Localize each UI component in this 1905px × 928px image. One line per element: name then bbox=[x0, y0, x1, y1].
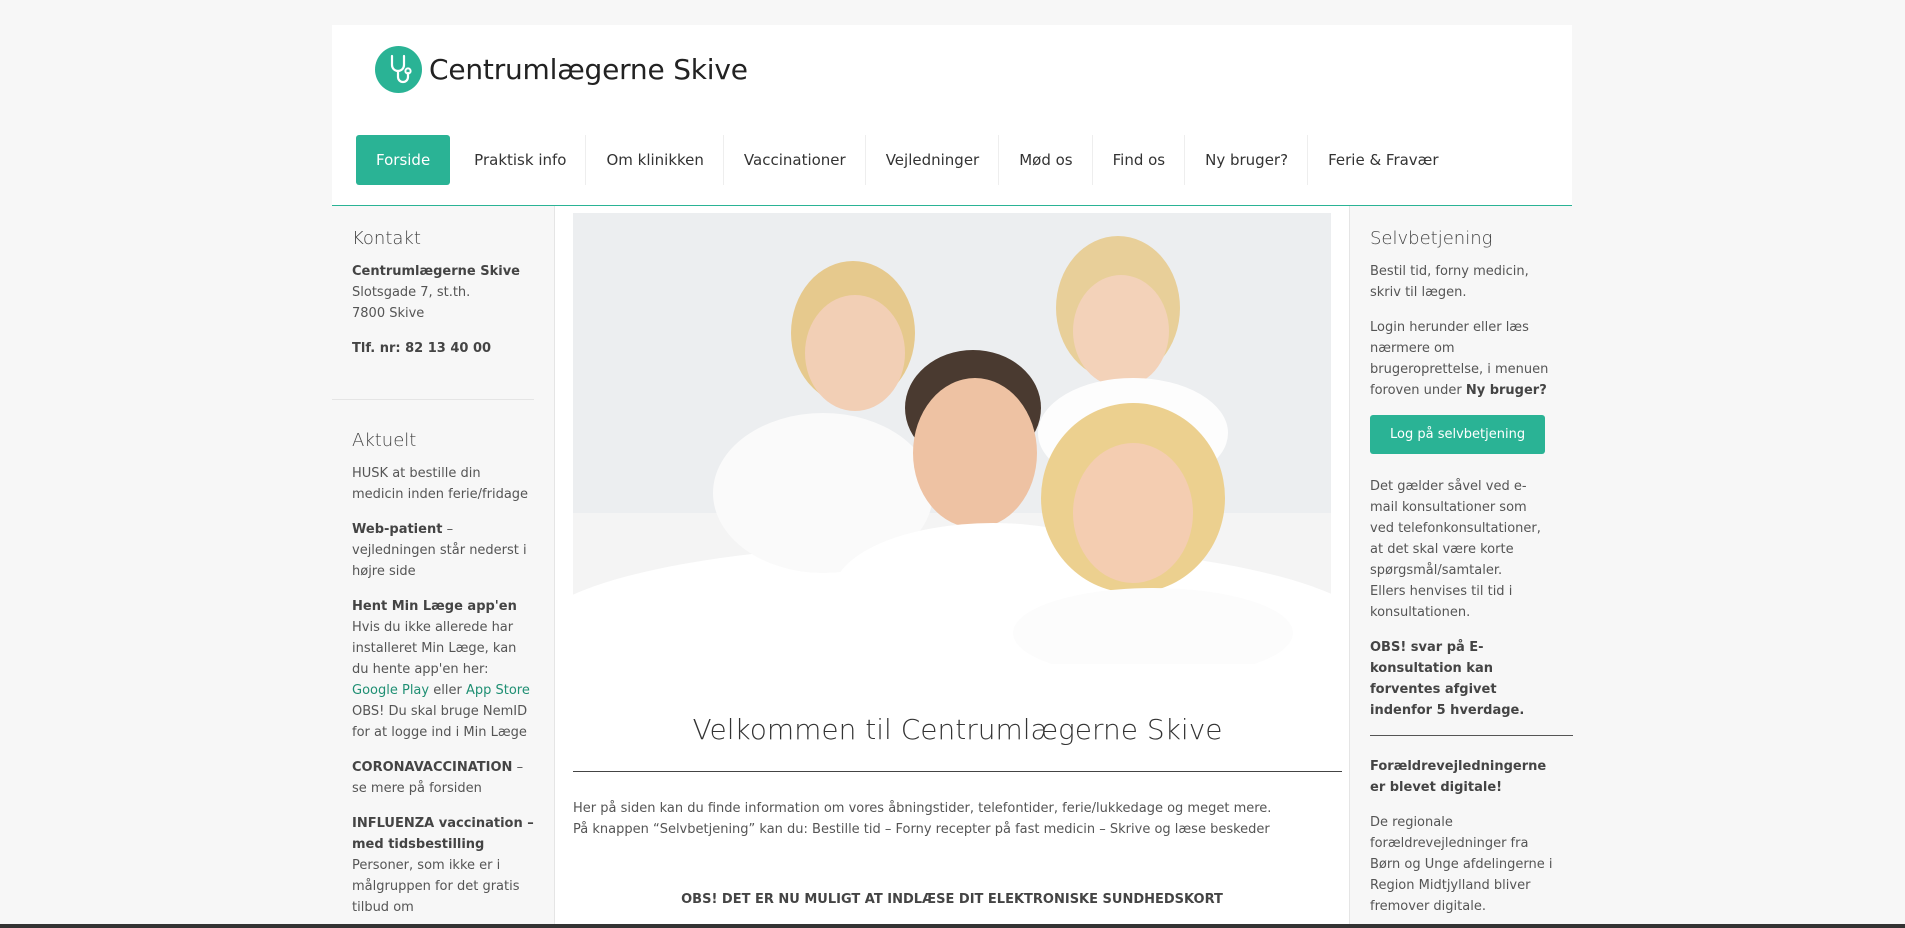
nav-item-ny-bruger[interactable]: Ny bruger? bbox=[1185, 135, 1309, 185]
nav-item-praktisk-info[interactable]: Praktisk info bbox=[454, 135, 587, 185]
selfservice-widget: Selvbetjening Bestil tid, forny medicin,… bbox=[1350, 206, 1573, 917]
contact-heading: Kontakt bbox=[352, 228, 421, 249]
parent-guides-text: De regionale forældrevejledninger fra Bø… bbox=[1370, 815, 1553, 914]
page-title: Velkommen til Centrumlægerne Skive bbox=[692, 713, 1223, 746]
title-divider bbox=[573, 771, 1342, 772]
app-store-link[interactable]: App Store bbox=[466, 683, 530, 698]
news-item: Web-patient – vejledningen står nederst … bbox=[352, 519, 534, 582]
contact-city: 7800 Skive bbox=[352, 306, 425, 321]
google-play-link[interactable]: Google Play bbox=[352, 683, 429, 698]
contact-phone-row: Tlf. nr: 82 13 40 00 bbox=[352, 338, 534, 359]
news-heading: Aktuelt bbox=[352, 430, 417, 451]
news-item-text: eller bbox=[429, 683, 466, 698]
login-info-bold: Ny bruger? bbox=[1465, 383, 1547, 398]
consultation-text: Ellers henvises til tid i konsultationen… bbox=[1370, 584, 1513, 620]
news-item: Hent Min Læge app'en Hvis du ikke allere… bbox=[352, 596, 534, 743]
nav-item-mod-os[interactable]: Mød os bbox=[999, 135, 1094, 185]
consultation-text: Det gælder såvel ved e-mail konsultation… bbox=[1370, 479, 1541, 578]
site-logo[interactable]: Centrumlægerne Skive bbox=[375, 46, 748, 93]
site-title: Centrumlægerne Skive bbox=[429, 53, 748, 86]
nav-item-find-os[interactable]: Find os bbox=[1093, 135, 1186, 185]
stethoscope-icon bbox=[375, 46, 422, 93]
parent-guides-title: Forældrevejledningerne er blevet digital… bbox=[1370, 759, 1547, 795]
intro-text: Her på siden kan du finde information om… bbox=[573, 798, 1342, 840]
contact-address: Centrumlægerne Skive Slotsgade 7, st.th.… bbox=[352, 261, 534, 324]
nav-item-vaccinationer[interactable]: Vaccinationer bbox=[724, 135, 866, 185]
page-container: Centrumlægerne Skive Forside Praktisk in… bbox=[332, 25, 1573, 928]
nav-item-om-klinikken[interactable]: Om klinikken bbox=[586, 135, 725, 185]
contact-widget: Kontakt Centrumlægerne Skive Slotsgade 7… bbox=[332, 206, 554, 359]
hero-image bbox=[573, 213, 1331, 664]
consultation-info: Det gælder såvel ved e-mail konsultation… bbox=[1370, 476, 1553, 623]
news-item-title: Hent Min Læge app'en bbox=[352, 599, 517, 614]
news-item: CORONAVACCINATION – se mere på forsiden bbox=[352, 757, 534, 799]
nav-item-ferie-fravaer[interactable]: Ferie & Fravær bbox=[1308, 135, 1459, 185]
econsult-notice-text: OBS! svar på E-konsultation kan forvente… bbox=[1370, 640, 1525, 718]
selfservice-login-info: Login herunder eller læs nærmere om brug… bbox=[1370, 317, 1553, 401]
left-sidebar: Kontakt Centrumlægerne Skive Slotsgade 7… bbox=[332, 206, 555, 928]
site-header: Centrumlægerne Skive Forside Praktisk in… bbox=[332, 25, 1572, 206]
main-navigation: Forside Praktisk info Om klinikken Vacci… bbox=[356, 135, 1459, 185]
sidebar-divider bbox=[1370, 735, 1573, 736]
contact-phone: Tlf. nr: 82 13 40 00 bbox=[352, 341, 492, 356]
right-sidebar: Selvbetjening Bestil tid, forny medicin,… bbox=[1349, 206, 1573, 928]
notice-text: OBS! DET ER NU MULIGT AT INDLÆSE DIT ELE… bbox=[681, 892, 1223, 907]
intro-line: Her på siden kan du finde information om… bbox=[573, 801, 1272, 816]
news-item-title: INFLUENZA vaccination – med tidsbestilli… bbox=[352, 816, 534, 852]
news-item: INFLUENZA vaccination – med tidsbestilli… bbox=[352, 813, 534, 918]
econsult-notice: OBS! svar på E-konsultation kan forvente… bbox=[1370, 637, 1553, 721]
parent-guides-heading: Forældrevejledningerne er blevet digital… bbox=[1370, 756, 1553, 798]
contact-name: Centrumlægerne Skive bbox=[352, 264, 521, 279]
news-item-text: Personer, som ikke er i målgruppen for d… bbox=[352, 858, 520, 915]
news-item-title: Web-patient bbox=[352, 522, 443, 537]
news-item: HUSK at bestille din medicin inden ferie… bbox=[352, 466, 529, 502]
selfservice-heading: Selvbetjening bbox=[1370, 228, 1493, 249]
intro-line: På knappen “Selvbetjening” kan du: Besti… bbox=[573, 822, 1270, 837]
nav-item-forside[interactable]: Forside bbox=[356, 135, 451, 185]
login-selfservice-button[interactable]: Log på selvbetjening bbox=[1370, 415, 1546, 454]
contact-street: Slotsgade 7, st.th. bbox=[352, 285, 471, 300]
news-widget: Aktuelt HUSK at bestille din medicin ind… bbox=[332, 400, 554, 918]
news-item-note: OBS! Du skal bruge NemID for at logge in… bbox=[352, 704, 528, 740]
selfservice-intro: Bestil tid, forny medicin, skriv til læg… bbox=[1370, 264, 1529, 300]
news-item-title: CORONAVACCINATION bbox=[352, 760, 513, 775]
news-item-text: Hvis du ikke allerede har installeret Mi… bbox=[352, 620, 517, 677]
nav-item-vejledninger[interactable]: Vejledninger bbox=[866, 135, 1000, 185]
window-bottom-edge bbox=[0, 924, 1905, 928]
